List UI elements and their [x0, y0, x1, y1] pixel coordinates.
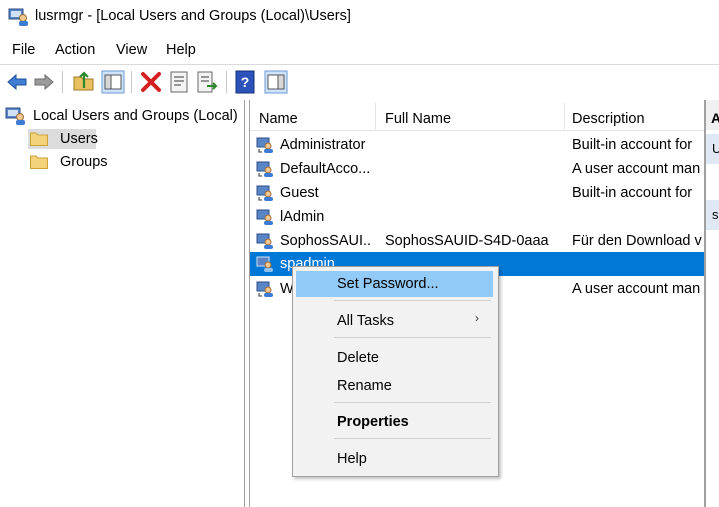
back-arrow-icon[interactable] — [5, 70, 29, 94]
column-header-full-name[interactable]: Full Name — [385, 111, 451, 127]
tree-root-label: Local Users and Groups (Local) — [33, 108, 238, 124]
show-hide-action-pane-icon[interactable] — [264, 70, 288, 94]
user-account-icon — [256, 281, 273, 297]
cell-description: A user account man — [572, 161, 701, 177]
menu-help[interactable]: Help — [166, 42, 196, 58]
properties-icon[interactable] — [167, 70, 191, 94]
cell-name: Administrator — [280, 137, 366, 153]
actions-section-selected-label: s — [712, 207, 719, 222]
menu-item-set-password-label: Set Password... — [337, 276, 439, 292]
menu-file[interactable]: File — [12, 42, 35, 58]
title-bar: lusrmgr - [Local Users and Groups (Local… — [0, 0, 719, 34]
actions-pane-header: A — [706, 100, 719, 130]
tree-node-groups-label: Groups — [60, 154, 108, 170]
cell-name: lAdmin — [280, 209, 325, 225]
menu-item-help-label: Help — [337, 451, 367, 467]
table-row[interactable]: lAdmin — [250, 205, 704, 229]
cell-name: Guest — [280, 185, 319, 201]
cell-description: Built-in account for — [572, 137, 693, 153]
menu-view[interactable]: View — [116, 42, 147, 58]
menu-bar: File Action View Help — [0, 38, 719, 62]
table-row[interactable]: DefaultAcco... A user account man — [250, 157, 704, 181]
user-account-icon — [256, 161, 273, 177]
table-row[interactable]: Administrator Built-in account for — [250, 133, 704, 157]
forward-arrow-icon[interactable] — [32, 70, 56, 94]
table-row[interactable]: Guest Built-in account for — [250, 181, 704, 205]
cell-name: DefaultAcco... — [280, 161, 371, 177]
computer-users-icon — [5, 107, 25, 125]
cell-full-name: SophosSAUID-S4D-0aaa — [385, 233, 549, 249]
folder-icon — [30, 155, 48, 169]
show-hide-tree-icon[interactable] — [101, 70, 125, 94]
menu-item-properties-label: Properties — [337, 414, 409, 430]
users-app-icon — [8, 8, 28, 26]
export-list-icon[interactable] — [195, 70, 219, 94]
menu-item-help[interactable]: Help — [296, 446, 493, 472]
toolbar: ? — [0, 64, 719, 99]
cell-name: SophosSAUI... — [280, 233, 372, 249]
window-title: lusrmgr - [Local Users and Groups (Local… — [35, 8, 351, 24]
user-account-icon — [256, 137, 273, 153]
tree-node-users-label: Users — [60, 131, 98, 147]
cell-description: A user account man — [572, 281, 701, 297]
cell-description: Built-in account for — [572, 185, 693, 201]
help-icon[interactable]: ? — [234, 70, 258, 94]
folder-icon — [30, 132, 48, 146]
user-account-icon — [256, 256, 273, 272]
actions-section-selected[interactable]: s — [706, 200, 719, 230]
user-account-icon — [256, 185, 273, 201]
context-menu: Set Password... All Tasks › Delete Renam… — [292, 266, 499, 477]
menu-item-delete-label: Delete — [337, 350, 379, 366]
cell-description: Für den Download v — [572, 233, 702, 249]
menu-item-rename[interactable]: Rename — [296, 373, 493, 399]
menu-item-all-tasks-label: All Tasks — [337, 313, 394, 329]
user-account-icon — [256, 209, 273, 225]
delete-icon[interactable] — [139, 70, 163, 94]
table-row[interactable]: SophosSAUI... SophosSAUID-S4D-0aaa Für d… — [250, 229, 704, 253]
actions-pane: A U s — [705, 100, 719, 507]
actions-section-users-label: U — [712, 141, 719, 156]
actions-pane-header-label: A — [711, 110, 719, 126]
menu-item-properties[interactable]: Properties — [296, 409, 493, 435]
console-tree: Local Users and Groups (Local) Users Gro… — [0, 100, 245, 507]
user-account-icon — [256, 233, 273, 249]
submenu-arrow-icon: › — [475, 311, 479, 325]
svg-text:?: ? — [241, 74, 250, 90]
menu-item-set-password[interactable]: Set Password... — [296, 271, 493, 297]
column-header-name[interactable]: Name — [259, 111, 298, 127]
menu-item-all-tasks[interactable]: All Tasks › — [296, 308, 493, 334]
menu-action[interactable]: Action — [55, 42, 95, 58]
actions-section-users[interactable]: U — [706, 134, 719, 164]
column-header-row: Name Full Name Description — [250, 100, 704, 131]
column-header-description[interactable]: Description — [572, 111, 645, 127]
menu-item-rename-label: Rename — [337, 378, 392, 394]
menu-item-delete[interactable]: Delete — [296, 345, 493, 371]
up-folder-icon[interactable] — [72, 70, 96, 94]
